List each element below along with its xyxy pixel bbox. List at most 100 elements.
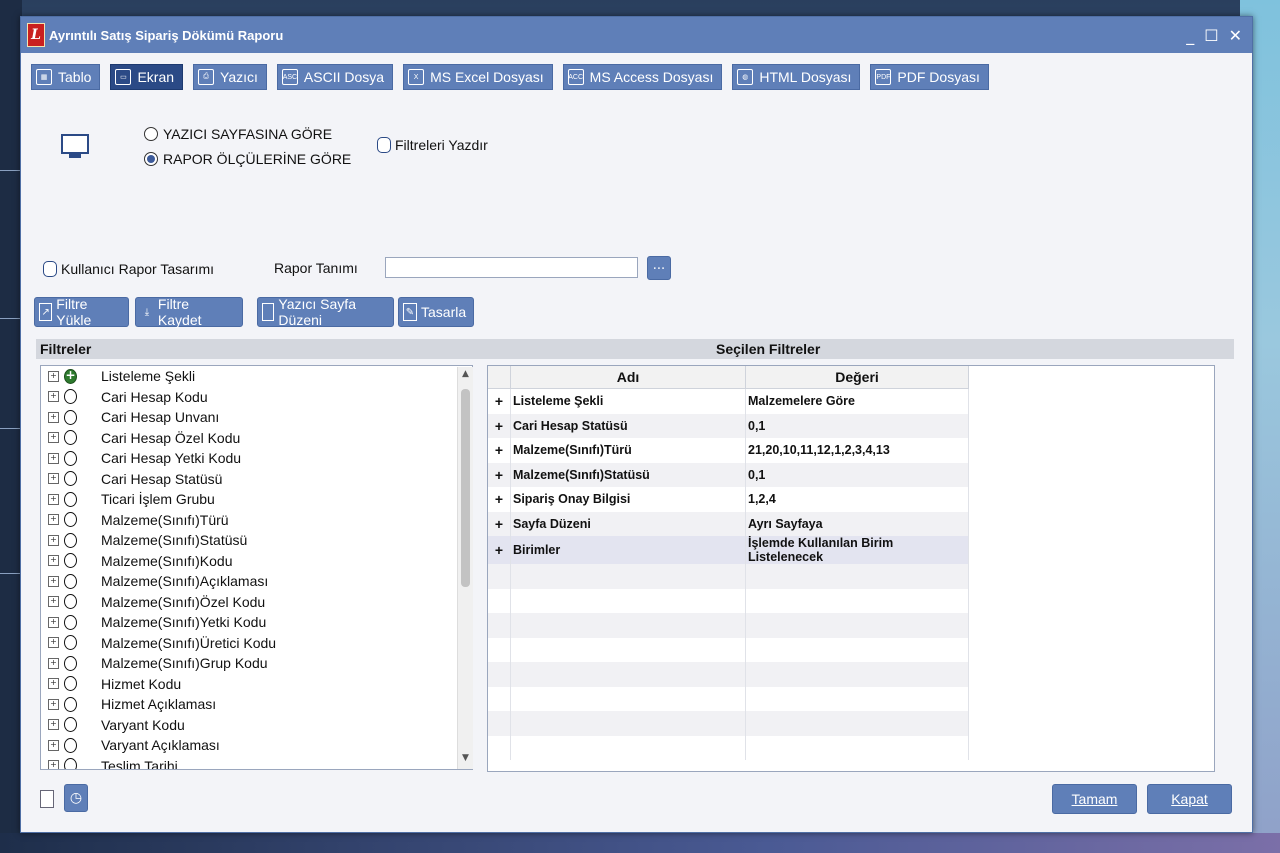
row-expand-icon[interactable]: + bbox=[488, 388, 511, 414]
row-expand-icon[interactable]: + bbox=[488, 462, 511, 487]
row-expand-icon[interactable]: + bbox=[488, 487, 511, 512]
grid-row[interactable] bbox=[488, 637, 969, 662]
grid-row[interactable]: + Sipariş Onay Bilgisi 1,2,4 bbox=[488, 487, 969, 512]
tab-printer[interactable]: ⎙ Yazıcı bbox=[193, 64, 267, 90]
expand-icon[interactable]: + bbox=[48, 514, 59, 526]
scroll-thumb[interactable] bbox=[461, 389, 470, 587]
filter-tree-item[interactable]: + Teslim Tarihi bbox=[41, 756, 472, 769]
filter-tree-item[interactable]: + Ticari İşlem Grubu bbox=[41, 489, 472, 510]
browse-button[interactable]: ... bbox=[647, 256, 671, 280]
filter-tree-item[interactable]: + Hizmet Açıklaması bbox=[41, 694, 472, 715]
filters-scrollbar[interactable]: ▲ ▼ bbox=[457, 367, 473, 769]
row-expand-icon[interactable] bbox=[488, 662, 511, 687]
expand-icon[interactable]: + bbox=[48, 391, 59, 403]
close-button[interactable]: Kapat bbox=[1147, 784, 1232, 814]
print-filters-checkbox[interactable]: Filtreleri Yazdır bbox=[377, 137, 488, 153]
grid-row[interactable] bbox=[488, 588, 969, 613]
tab-table[interactable]: ▦ Tablo bbox=[31, 64, 101, 90]
expand-icon[interactable]: + bbox=[48, 534, 59, 546]
load-filter-button[interactable]: ↗ Filtre Yükle bbox=[34, 296, 129, 328]
filter-tree-item[interactable]: + Cari Hesap Özel Kodu bbox=[41, 428, 472, 449]
minimize-icon[interactable]: _ bbox=[1186, 26, 1194, 45]
new-document-icon[interactable] bbox=[40, 790, 54, 808]
filter-tree-item[interactable]: + Cari Hesap Statüsü bbox=[41, 469, 472, 490]
expand-icon[interactable]: + bbox=[48, 637, 59, 649]
filter-tree-item[interactable]: + Malzeme(Sınıfı)Yetki Kodu bbox=[41, 612, 472, 633]
filter-tree-item[interactable]: + Malzeme(Sınıfı)Statüsü bbox=[41, 530, 472, 551]
tab-pdf-file[interactable]: PDF PDF Dosyası bbox=[870, 64, 989, 90]
expand-icon[interactable]: + bbox=[48, 678, 59, 690]
row-expand-icon[interactable] bbox=[488, 613, 511, 638]
grid-col-name-header[interactable]: Adı bbox=[510, 366, 746, 389]
scroll-up-icon[interactable]: ▲ bbox=[458, 369, 473, 383]
grid-row[interactable] bbox=[488, 564, 969, 589]
page-setup-button[interactable]: Yazıcı Sayfa Düzeni bbox=[257, 296, 394, 328]
expand-icon[interactable]: + bbox=[48, 698, 59, 710]
radio-printer-page[interactable]: YAZICI SAYFASINA GÖRE bbox=[144, 126, 332, 142]
filter-tree-item[interactable]: + Malzeme(Sınıfı)Üretici Kodu bbox=[41, 633, 472, 654]
expand-icon[interactable]: + bbox=[48, 719, 59, 731]
grid-row[interactable] bbox=[488, 686, 969, 711]
filter-tree-item[interactable]: + Varyant Kodu bbox=[41, 715, 472, 736]
selected-filters-grid[interactable]: Adı Değeri + Listeleme Şekli Malzemelere G… bbox=[487, 365, 1215, 772]
grid-col-value-header[interactable]: Değeri bbox=[745, 366, 969, 389]
row-expand-icon[interactable] bbox=[488, 588, 511, 613]
close-icon[interactable]: ✕ bbox=[1229, 26, 1242, 45]
expand-icon[interactable]: + bbox=[48, 760, 59, 769]
row-expand-icon[interactable]: + bbox=[488, 511, 511, 536]
filter-tree-item[interactable]: + Cari Hesap Yetki Kodu bbox=[41, 448, 472, 469]
row-expand-icon[interactable] bbox=[488, 564, 511, 589]
expand-icon[interactable]: + bbox=[48, 432, 59, 444]
design-button[interactable]: ✎ Tasarla bbox=[398, 297, 474, 327]
save-filter-button[interactable]: ⤓ Filtre Kaydet bbox=[135, 296, 243, 328]
row-expand-icon[interactable]: + bbox=[488, 536, 511, 564]
grid-row[interactable] bbox=[488, 735, 969, 760]
report-def-input[interactable] bbox=[385, 257, 638, 278]
grid-row[interactable]: + Malzeme(Sınıfı)Statüsü 0,1 bbox=[488, 462, 969, 487]
user-design-checkbox[interactable]: Kullanıcı Rapor Tasarımı bbox=[43, 261, 214, 277]
expand-icon[interactable]: + bbox=[48, 657, 59, 669]
checkbox[interactable] bbox=[43, 261, 57, 277]
row-expand-icon[interactable] bbox=[488, 637, 511, 662]
filters-tree[interactable]: + + Listeleme Şekli + Cari Hesap Kodu + Cari H… bbox=[40, 365, 473, 770]
ok-button[interactable]: Tamam bbox=[1052, 784, 1137, 814]
scroll-down-icon[interactable]: ▼ bbox=[458, 753, 473, 767]
grid-row[interactable]: + Malzeme(Sınıfı)Türü 21,20,10,11,12,1,2,3… bbox=[488, 438, 969, 463]
radio-button[interactable] bbox=[144, 127, 158, 141]
row-expand-icon[interactable]: + bbox=[488, 413, 511, 438]
expand-icon[interactable]: + bbox=[48, 411, 59, 423]
row-expand-icon[interactable] bbox=[488, 735, 511, 760]
row-expand-icon[interactable]: + bbox=[488, 438, 511, 463]
expand-icon[interactable]: + bbox=[48, 452, 59, 464]
expand-icon[interactable]: + bbox=[48, 370, 59, 382]
filter-tree-item[interactable]: + Malzeme(Sınıfı)Açıklaması bbox=[41, 571, 472, 592]
filter-tree-item[interactable]: + + Listeleme Şekli bbox=[41, 366, 472, 387]
filter-tree-item[interactable]: + Malzeme(Sınıfı)Kodu bbox=[41, 551, 472, 572]
row-expand-icon[interactable] bbox=[488, 711, 511, 736]
radio-report-size[interactable]: RAPOR ÖLÇÜLERİNE GÖRE bbox=[144, 151, 351, 167]
tab-access-file[interactable]: ACC MS Access Dosyası bbox=[562, 64, 723, 90]
tab-html-globe[interactable]: ◍ HTML Dosyası bbox=[732, 64, 861, 90]
maximize-icon[interactable]: ☐ bbox=[1204, 26, 1218, 45]
filter-tree-item[interactable]: + Malzeme(Sınıfı)Türü bbox=[41, 510, 472, 531]
tab-monitor[interactable]: ▭ Ekran bbox=[110, 64, 184, 90]
grid-row[interactable]: + Listeleme Şekli Malzemelere Göre bbox=[488, 388, 969, 414]
expand-icon[interactable]: + bbox=[48, 616, 59, 628]
grid-row[interactable] bbox=[488, 711, 969, 736]
expand-icon[interactable]: + bbox=[48, 555, 59, 567]
grid-row[interactable]: + Sayfa Düzeni Ayrı Sayfaya bbox=[488, 511, 969, 536]
filter-tree-item[interactable]: + Varyant Açıklaması bbox=[41, 735, 472, 756]
expand-icon[interactable]: + bbox=[48, 473, 59, 485]
grid-row[interactable] bbox=[488, 662, 969, 687]
radio-button-selected[interactable] bbox=[144, 152, 158, 166]
grid-row[interactable]: + Cari Hesap Statüsü 0,1 bbox=[488, 413, 969, 438]
filter-tree-item[interactable]: + Malzeme(Sınıfı)Özel Kodu bbox=[41, 592, 472, 613]
filter-tree-item[interactable]: + Malzeme(Sınıfı)Grup Kodu bbox=[41, 653, 472, 674]
tab-ascii-file[interactable]: ASC ASCII Dosya bbox=[276, 64, 394, 90]
filter-tree-item[interactable]: + Cari Hesap Kodu bbox=[41, 387, 472, 408]
filter-tree-item[interactable]: + Cari Hesap Unvanı bbox=[41, 407, 472, 428]
row-expand-icon[interactable] bbox=[488, 686, 511, 711]
grid-row[interactable]: + Birimler İşlemde Kullanılan Birim Listel… bbox=[488, 536, 969, 564]
tab-excel-file[interactable]: X MS Excel Dosyası bbox=[403, 64, 553, 90]
filter-tree-item[interactable]: + Hizmet Kodu bbox=[41, 674, 472, 695]
